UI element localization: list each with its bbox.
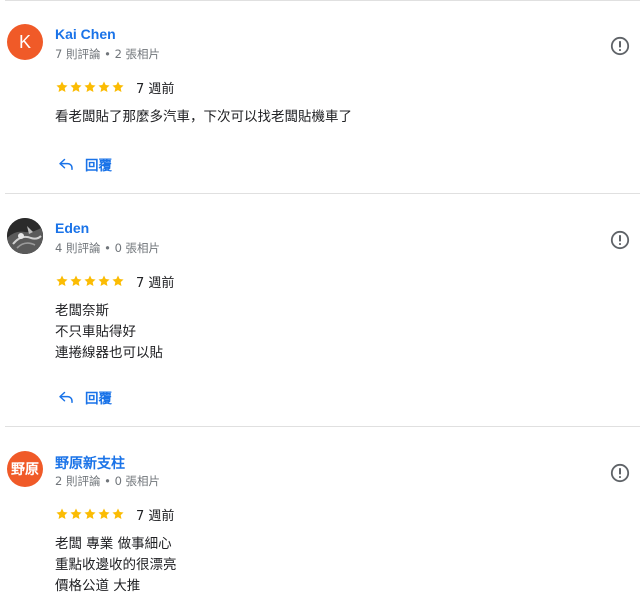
- review-time: 7 週前: [136, 275, 175, 291]
- star-rating: [55, 274, 125, 288]
- review-card: 野原 野原新支柱 2 則評論 • 0 張相片 7 週前 老闆 專業 做事細心 重…: [0, 427, 640, 606]
- author-name[interactable]: 野原新支柱: [55, 453, 125, 473]
- review-text-line: 連捲線器也可以貼: [55, 345, 163, 361]
- author-meta: 4 則評論 • 0 張相片: [55, 241, 161, 255]
- avatar[interactable]: [7, 218, 43, 254]
- star-icon: [70, 81, 82, 93]
- star-rating: [55, 80, 125, 94]
- reply-button[interactable]: 回覆: [57, 386, 112, 408]
- reply-label: 回覆: [85, 158, 112, 174]
- review-text: 老闆奈斯 不只車貼得好 連捲線器也可以貼: [55, 301, 163, 364]
- star-rating: [55, 507, 125, 521]
- star-icon: [56, 81, 68, 93]
- reply-icon: [59, 391, 73, 403]
- review-card: K Kai Chen 7 則評論 • 2 張相片 7 週前 看老闆貼了那麼多汽車…: [0, 0, 640, 194]
- author-name[interactable]: Eden: [55, 220, 89, 236]
- report-icon[interactable]: [610, 230, 630, 250]
- review-text-line: 重點收邊收的很漂亮: [55, 557, 177, 573]
- avatar[interactable]: K: [7, 24, 43, 60]
- report-icon[interactable]: [610, 463, 630, 483]
- profile-photo-icon: [7, 218, 43, 254]
- reply-icon: [59, 158, 73, 170]
- review-text: 看老闆貼了那麼多汽車，下次可以找老闆貼機車了: [55, 107, 352, 128]
- review-text: 老闆 專業 做事細心 重點收邊收的很漂亮 價格公道 大推: [55, 534, 177, 597]
- author-meta: 7 則評論 • 2 張相片: [55, 47, 161, 61]
- star-icon: [112, 275, 124, 287]
- rating-row: 7 週前: [55, 78, 175, 97]
- star-icon: [56, 508, 68, 520]
- review-text-line: 看老闆貼了那麼多汽車，下次可以找老闆貼機車了: [55, 109, 352, 125]
- star-icon: [70, 508, 82, 520]
- star-icon: [98, 275, 110, 287]
- review-time: 7 週前: [136, 81, 175, 97]
- star-icon: [84, 275, 96, 287]
- rating-row: 7 週前: [55, 505, 175, 524]
- report-icon[interactable]: [610, 36, 630, 56]
- author-name[interactable]: Kai Chen: [55, 26, 116, 42]
- review-text-line: 老闆 專業 做事細心: [55, 536, 172, 552]
- star-icon: [70, 275, 82, 287]
- star-icon: [84, 81, 96, 93]
- review-time: 7 週前: [136, 508, 175, 524]
- reviews-page: K Kai Chen 7 則評論 • 2 張相片 7 週前 看老闆貼了那麼多汽車…: [0, 0, 640, 606]
- star-icon: [98, 81, 110, 93]
- author-meta: 2 則評論 • 0 張相片: [55, 474, 161, 488]
- star-icon: [112, 508, 124, 520]
- avatar[interactable]: 野原: [7, 451, 43, 487]
- rating-row: 7 週前: [55, 272, 175, 291]
- reply-label: 回覆: [85, 391, 112, 407]
- review-text-line: 老闆奈斯: [55, 303, 109, 319]
- star-icon: [56, 275, 68, 287]
- reply-button[interactable]: 回覆: [57, 153, 112, 175]
- review-card: Eden 4 則評論 • 0 張相片 7 週前 老闆奈斯 不只車貼得好 連捲線器…: [0, 194, 640, 427]
- star-icon: [112, 81, 124, 93]
- review-text-line: 價格公道 大推: [55, 578, 141, 594]
- star-icon: [84, 508, 96, 520]
- review-text-line: 不只車貼得好: [55, 324, 136, 340]
- star-icon: [98, 508, 110, 520]
